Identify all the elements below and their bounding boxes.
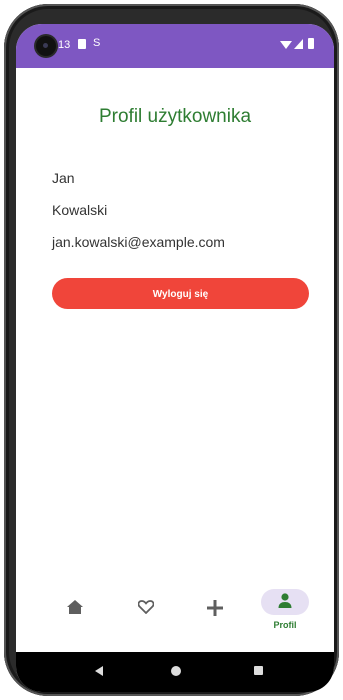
cell-signal-icon	[294, 39, 303, 49]
screen: 13 S Profil użytkownika Jan Kowalski jan…	[16, 24, 334, 692]
plus-icon	[207, 600, 223, 616]
heart-icon	[138, 600, 154, 614]
person-icon	[278, 593, 292, 608]
recents-icon[interactable]	[254, 666, 263, 675]
first-name-text: Jan	[52, 170, 75, 186]
logout-button[interactable]: Wyloguj się	[52, 278, 309, 309]
front-camera	[36, 36, 56, 56]
wifi-icon	[280, 41, 292, 49]
nav-item-add[interactable]	[180, 580, 250, 646]
notification-s-icon: S	[93, 37, 101, 49]
nav-item-home[interactable]	[40, 580, 110, 646]
battery-icon	[308, 38, 314, 49]
last-name-text: Kowalski	[52, 202, 108, 218]
status-bar: 13 S	[16, 24, 334, 68]
notification-icon	[78, 39, 86, 49]
status-time: 13	[58, 39, 71, 51]
page-title: Profil użytkownika	[98, 106, 252, 127]
system-navigation-bar	[16, 652, 334, 692]
nav-item-favorites[interactable]	[111, 580, 181, 646]
nav-item-profile[interactable]: Profil	[250, 580, 320, 646]
nav-label-profile: Profil	[273, 620, 297, 630]
home-circle-icon[interactable]	[171, 666, 181, 676]
email-text: jan.kowalski@example.com	[52, 234, 225, 250]
home-icon	[67, 600, 83, 614]
back-icon[interactable]	[95, 666, 103, 676]
bottom-navigation: Profil	[16, 580, 334, 646]
phone-frame: 13 S Profil użytkownika Jan Kowalski jan…	[4, 4, 339, 696]
